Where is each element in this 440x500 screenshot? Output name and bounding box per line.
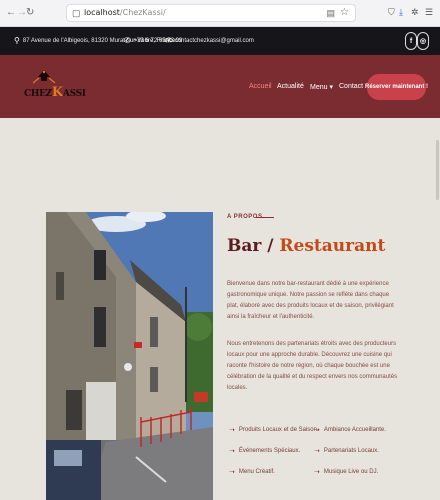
extensions-icon[interactable]: ✲	[411, 7, 419, 18]
nav-menu-dropdown[interactable]: Menu ▾	[310, 83, 333, 91]
location-pin-icon: ⚲	[14, 36, 20, 45]
feature-item: ➝ Musique Live ou DJ.	[314, 469, 379, 476]
site-logo[interactable]: CHEZKASSI	[24, 67, 86, 103]
nav-contact[interactable]: Contact	[339, 83, 363, 90]
shield-icon[interactable]: ⛉	[388, 7, 395, 18]
partners-paragraph: Nous entretenons des partenariats étroit…	[227, 341, 398, 391]
arrow-right-icon: ➝	[229, 448, 235, 455]
contact-bar: ⚲ 87 Avenue de l'Albigeois, 81320 Murat-…	[0, 27, 440, 55]
nav-accueil[interactable]: Accueil	[249, 83, 272, 90]
reader-view-icon[interactable]: ▤	[326, 8, 335, 19]
phone-icon: ✆	[124, 36, 131, 45]
address-bar[interactable]: ▢ localhost/ChezKassi/ ▤ ☆	[66, 4, 356, 22]
nav-actualite[interactable]: Actualité	[277, 83, 304, 90]
menu-icon[interactable]: ☰	[425, 7, 433, 18]
arrow-right-icon: ➝	[314, 469, 320, 476]
page-scrollbar[interactable]	[436, 140, 439, 200]
back-icon[interactable]: ←	[6, 7, 16, 19]
section-title: Bar / Restaurant	[227, 236, 386, 256]
instagram-icon[interactable]: ◎	[417, 32, 429, 50]
arrow-right-icon: ➝	[314, 448, 320, 455]
facebook-icon[interactable]: f	[405, 32, 417, 50]
restaurant-photo	[46, 212, 213, 500]
feature-item: ➝ Produits Locaux et de Saison.	[229, 427, 319, 434]
arrow-right-icon: ➝	[314, 427, 320, 434]
bookmark-star-icon[interactable]: ☆	[340, 7, 349, 18]
browser-toolbar: ← → ↻ ▢ localhost/ChezKassi/ ▤ ☆ ⛉ ⤓ ✲ ☰	[0, 0, 440, 27]
kicker-divider	[256, 217, 274, 218]
download-icon[interactable]: ⤓	[399, 7, 403, 18]
feature-item: ➝ Menu Créatif.	[229, 469, 275, 476]
reload-icon[interactable]: ↻	[26, 7, 34, 19]
url-text: localhost/ChezKassi/	[84, 8, 166, 17]
feature-item: ➝ Événements Spéciaux.	[229, 448, 301, 455]
email-icon: ✉	[165, 36, 172, 45]
email-item[interactable]: ✉ contactchezkassi@gmail.com	[165, 36, 254, 45]
email-text[interactable]: contactchezkassi@gmail.com	[175, 38, 254, 44]
arrow-right-icon: ➝	[229, 469, 235, 476]
feature-item: ➝ Partenariats Locaux.	[314, 448, 379, 455]
intro-paragraph: Bienvenue dans notre bar-restaurant dédi…	[227, 281, 394, 320]
reserve-button[interactable]: Réserver maintenant !	[365, 74, 428, 100]
logo-wordmark: CHEZKASSI	[24, 85, 86, 100]
feature-item: ➝ Ambiance Accueillante.	[314, 427, 386, 434]
arrow-right-icon: ➝	[229, 427, 235, 434]
page-info-icon[interactable]: ▢	[72, 8, 81, 19]
